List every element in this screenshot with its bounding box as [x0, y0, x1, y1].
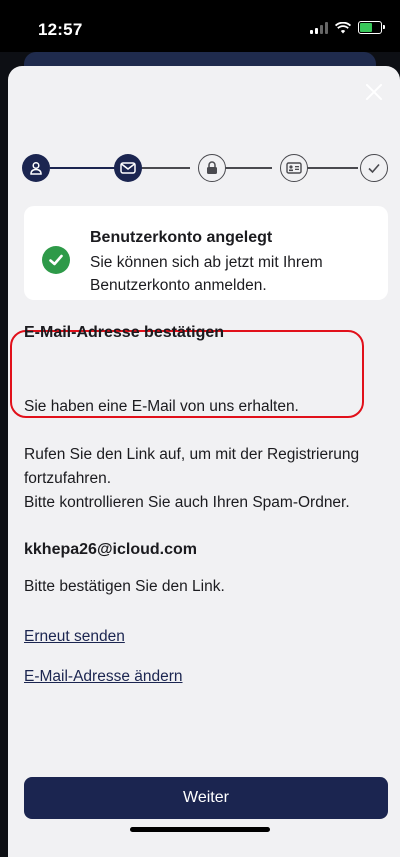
battery-icon — [358, 21, 385, 34]
change-email-link[interactable]: E-Mail-Adresse ändern — [24, 668, 183, 686]
progress-stepper — [22, 154, 388, 182]
step-identity — [280, 154, 308, 182]
step-connector — [135, 167, 190, 169]
instructions-line-1: Rufen Sie den Link auf, um mit der Regis… — [24, 446, 360, 487]
step-done — [360, 154, 388, 182]
step-connector — [219, 167, 272, 169]
step-account — [22, 154, 50, 182]
id-card-icon — [286, 162, 302, 174]
step-connector — [301, 167, 358, 169]
resend-link[interactable]: Erneut senden — [24, 628, 125, 646]
confirm-message: Bitte bestätigen Sie den Link. — [24, 578, 225, 595]
close-button[interactable] — [362, 80, 386, 104]
success-card: Benutzerkonto angelegt Sie können sich a… — [24, 206, 388, 300]
instructions-line-2: Bitte kontrollieren Sie auch Ihren Spam-… — [24, 494, 350, 511]
status-time: 12:57 — [38, 20, 83, 39]
received-message: Sie haben eine E-Mail von uns erhalten. — [24, 398, 299, 415]
user-icon — [30, 161, 42, 175]
success-check-icon — [42, 246, 70, 274]
home-indicator — [130, 827, 270, 832]
verify-title: E-Mail-Adresse bestätigen — [24, 324, 225, 341]
signal-icon — [310, 21, 328, 34]
instructions: Rufen Sie den Link auf, um mit der Regis… — [24, 443, 384, 515]
status-bar: 12:57 — [0, 0, 400, 52]
checkmark-icon — [368, 163, 380, 174]
email-address: kkhepa26@icloud.com — [24, 541, 197, 558]
success-message: Sie können sich ab jetzt mit Ihrem Benut… — [90, 254, 323, 294]
wifi-icon — [335, 21, 351, 33]
continue-button[interactable]: Weiter — [24, 777, 388, 819]
lock-icon — [207, 161, 217, 174]
success-title: Benutzerkonto angelegt — [90, 229, 273, 246]
step-security — [198, 154, 226, 182]
step-email — [114, 154, 142, 182]
registration-sheet: Benutzerkonto angelegt Sie können sich a… — [8, 66, 400, 857]
mail-icon — [120, 162, 136, 174]
status-icons — [310, 21, 385, 34]
